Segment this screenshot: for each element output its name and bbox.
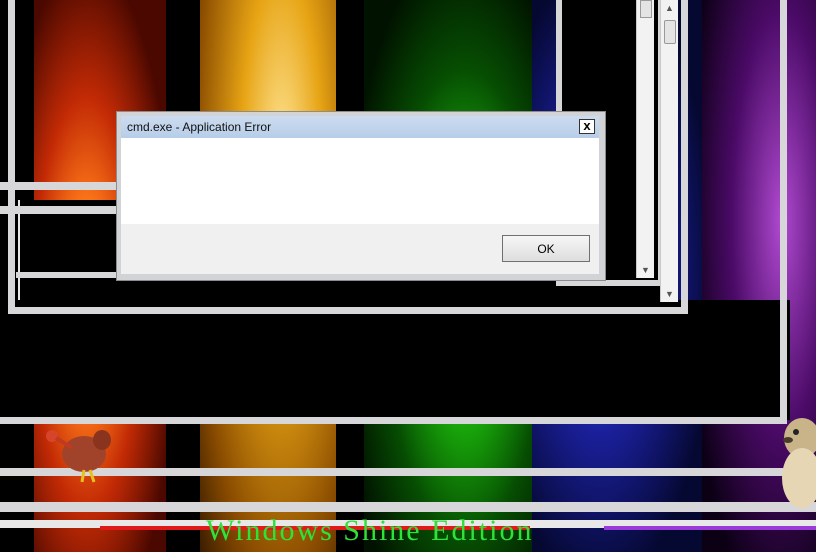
window-edge: [0, 182, 120, 190]
desktop-divider: [0, 468, 800, 476]
scrollbar-thumb[interactable]: [640, 0, 652, 18]
ok-button[interactable]: OK: [502, 235, 590, 262]
dialog-title: cmd.exe - Application Error: [127, 120, 272, 134]
close-icon: x: [583, 118, 591, 133]
window-edge: [0, 206, 120, 214]
vertical-scrollbar[interactable]: ▼: [636, 0, 654, 278]
scrollbar-thumb[interactable]: [664, 20, 676, 44]
scroll-down-arrow-icon[interactable]: ▼: [637, 264, 654, 276]
close-button[interactable]: x: [579, 119, 595, 134]
desktop-divider: [0, 502, 816, 512]
vertical-scrollbar[interactable]: ▲ ▼: [660, 0, 678, 302]
dialog-titlebar[interactable]: cmd.exe - Application Error x: [121, 116, 599, 138]
taskbar-accent: [604, 526, 816, 530]
bird-mascot-icon[interactable]: [42, 420, 112, 486]
theme-banner-text: Windows Shine Edition: [206, 514, 534, 547]
scroll-down-arrow-icon[interactable]: ▼: [661, 288, 678, 300]
dialog-message-area: [121, 138, 599, 224]
hamster-mascot-icon[interactable]: [776, 408, 816, 508]
scroll-up-arrow-icon[interactable]: ▲: [661, 2, 678, 14]
